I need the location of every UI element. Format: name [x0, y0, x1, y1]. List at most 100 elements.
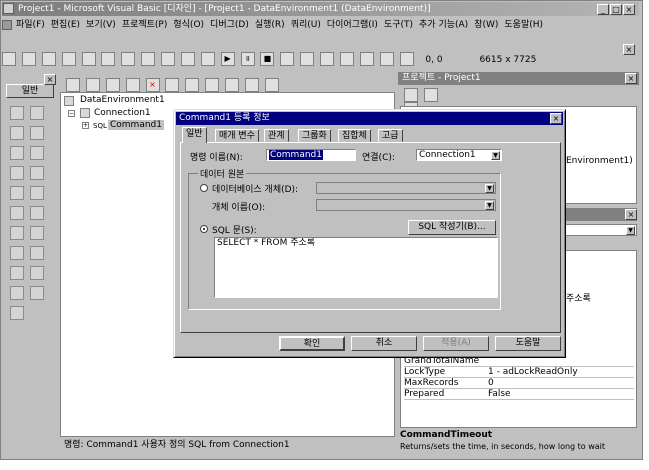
hscrollbar-icon[interactable] — [10, 206, 24, 220]
connection-select[interactable]: Connection1 ▼ — [416, 149, 502, 161]
cancel-button[interactable]: 취소 — [351, 336, 417, 351]
document-icon[interactable] — [2, 19, 12, 30]
label-icon[interactable] — [10, 126, 24, 140]
chevron-down-icon[interactable]: ▼ — [485, 201, 494, 210]
property-value-source[interactable]: 주소록 — [566, 291, 591, 304]
textbox-icon[interactable] — [30, 126, 44, 140]
listbox-icon[interactable] — [30, 186, 44, 200]
drivelistbox-icon[interactable] — [30, 226, 44, 240]
minimize-icon[interactable]: _ — [597, 4, 609, 15]
options-icon[interactable] — [244, 78, 259, 92]
maximize-icon[interactable]: □ — [610, 4, 622, 15]
menu-view[interactable]: 보기(V) — [86, 20, 116, 30]
project-icon[interactable] — [2, 52, 16, 66]
tree-root[interactable]: DataEnvironment1 — [80, 95, 165, 105]
frame-icon[interactable] — [10, 146, 24, 160]
insert-sp-icon[interactable] — [105, 78, 120, 92]
line-icon[interactable] — [30, 266, 44, 280]
menu-run[interactable]: 실행(R) — [255, 20, 285, 30]
tab-parameters[interactable]: 매개 변수 — [215, 129, 259, 142]
dialog-close-icon[interactable]: × — [550, 113, 562, 124]
expand-icon[interactable]: − — [68, 110, 75, 117]
toolbox-icon[interactable] — [359, 52, 374, 66]
run-icon[interactable]: ▶ — [220, 52, 235, 66]
menu-diagram[interactable]: 다이어그램(I) — [327, 20, 378, 30]
design-icon[interactable] — [185, 78, 200, 92]
expand-command-icon[interactable]: + — [82, 122, 89, 129]
component-icon[interactable] — [399, 52, 414, 66]
checkbox-icon[interactable] — [10, 166, 24, 180]
property-row[interactable]: MaxRecords 0 — [404, 378, 634, 389]
menu-tools[interactable]: 도구(T) — [384, 20, 413, 30]
add-command-icon[interactable] — [85, 78, 100, 92]
view-code-btn-icon[interactable] — [404, 88, 418, 102]
data-view-icon[interactable] — [379, 52, 394, 66]
menu-debug[interactable]: 디버그(D) — [210, 20, 249, 30]
project-env-item[interactable]: Environment1) — [566, 156, 633, 166]
menu-editor-icon[interactable] — [41, 52, 56, 66]
command-name-field[interactable]: Command1 — [266, 149, 356, 161]
properties-close-icon[interactable]: × — [625, 209, 637, 220]
close-icon[interactable]: × — [623, 4, 635, 15]
dirlistbox-icon[interactable] — [10, 246, 24, 260]
tab-general[interactable]: 일반 — [182, 127, 207, 143]
property-row[interactable]: LockType 1 - adLockReadOnly — [404, 367, 634, 378]
project-explorer-icon[interactable] — [280, 52, 295, 66]
filelistbox-icon[interactable] — [30, 246, 44, 260]
props-icon[interactable] — [205, 78, 220, 92]
menu-query[interactable]: 쿼리(U) — [291, 20, 321, 30]
paste-icon[interactable] — [141, 52, 156, 66]
tab-advanced[interactable]: 고급 — [378, 129, 403, 142]
add-form-icon[interactable] — [21, 52, 36, 66]
project-close-icon[interactable]: × — [625, 73, 637, 84]
toolbox-tab-general[interactable]: 일반 — [6, 84, 54, 98]
data-control-icon[interactable] — [30, 286, 44, 300]
arrange-icon[interactable] — [264, 78, 279, 92]
menu-project[interactable]: 프로젝트(P) — [122, 20, 168, 30]
help-button[interactable]: 도움말 — [495, 336, 561, 351]
menu-window[interactable]: 창(W) — [474, 20, 498, 30]
chevron-down-icon[interactable]: ▼ — [491, 151, 500, 160]
menu-help[interactable]: 도움말(H) — [504, 20, 543, 30]
optionbutton-icon[interactable] — [30, 166, 44, 180]
sql-builder-button[interactable]: SQL 작성기(B)... — [408, 220, 496, 235]
shape-icon[interactable] — [10, 266, 24, 280]
properties-icon[interactable] — [300, 52, 315, 66]
chevron-down-icon[interactable]: ▼ — [485, 184, 494, 193]
object-browser-icon[interactable] — [339, 52, 354, 66]
ole-icon[interactable] — [10, 306, 24, 320]
redo-icon[interactable] — [200, 52, 215, 66]
toolbox-close-icon[interactable]: × — [44, 74, 56, 85]
tab-grouping[interactable]: 그룹화 — [298, 129, 331, 142]
apply-button[interactable]: 적용(A) — [423, 336, 489, 351]
save-icon[interactable] — [81, 52, 96, 66]
tree-command[interactable]: Command1 — [108, 120, 164, 130]
ok-button[interactable]: 확인 — [279, 336, 345, 351]
menu-edit[interactable]: 편집(E) — [51, 20, 80, 30]
pause-icon[interactable]: ॥ — [240, 52, 255, 66]
combobox-icon[interactable] — [10, 186, 24, 200]
db-object-select[interactable]: ▼ — [316, 182, 496, 194]
chevron-down-icon[interactable]: ▼ — [626, 226, 635, 235]
tree-connection[interactable]: Connection1 — [94, 108, 151, 118]
menu-addins[interactable]: 추가 기능(A) — [419, 20, 468, 30]
menu-format[interactable]: 형식(O) — [173, 20, 204, 30]
tab-aggregates[interactable]: 집합체 — [338, 129, 371, 142]
add-connection-icon[interactable] — [66, 78, 80, 92]
db-object-radio[interactable] — [200, 184, 208, 192]
stop-icon[interactable]: ■ — [260, 52, 275, 66]
vscrollbar-icon[interactable] — [30, 206, 44, 220]
pointer-icon[interactable] — [10, 106, 24, 120]
commandbutton-icon[interactable] — [30, 146, 44, 160]
sql-textarea[interactable]: SELECT * FROM 주소록 — [214, 237, 498, 298]
image-icon[interactable] — [10, 286, 24, 300]
view-code-icon[interactable] — [225, 78, 239, 92]
tab-relation[interactable]: 관계 — [264, 129, 289, 142]
app-icon[interactable] — [3, 3, 14, 14]
picturebox-icon[interactable] — [30, 106, 44, 120]
refresh-icon[interactable] — [165, 78, 180, 92]
child-command-icon[interactable] — [125, 78, 140, 92]
property-row[interactable]: Prepared False — [404, 389, 634, 400]
cut-icon[interactable] — [101, 52, 116, 66]
sql-radio[interactable] — [200, 225, 208, 233]
